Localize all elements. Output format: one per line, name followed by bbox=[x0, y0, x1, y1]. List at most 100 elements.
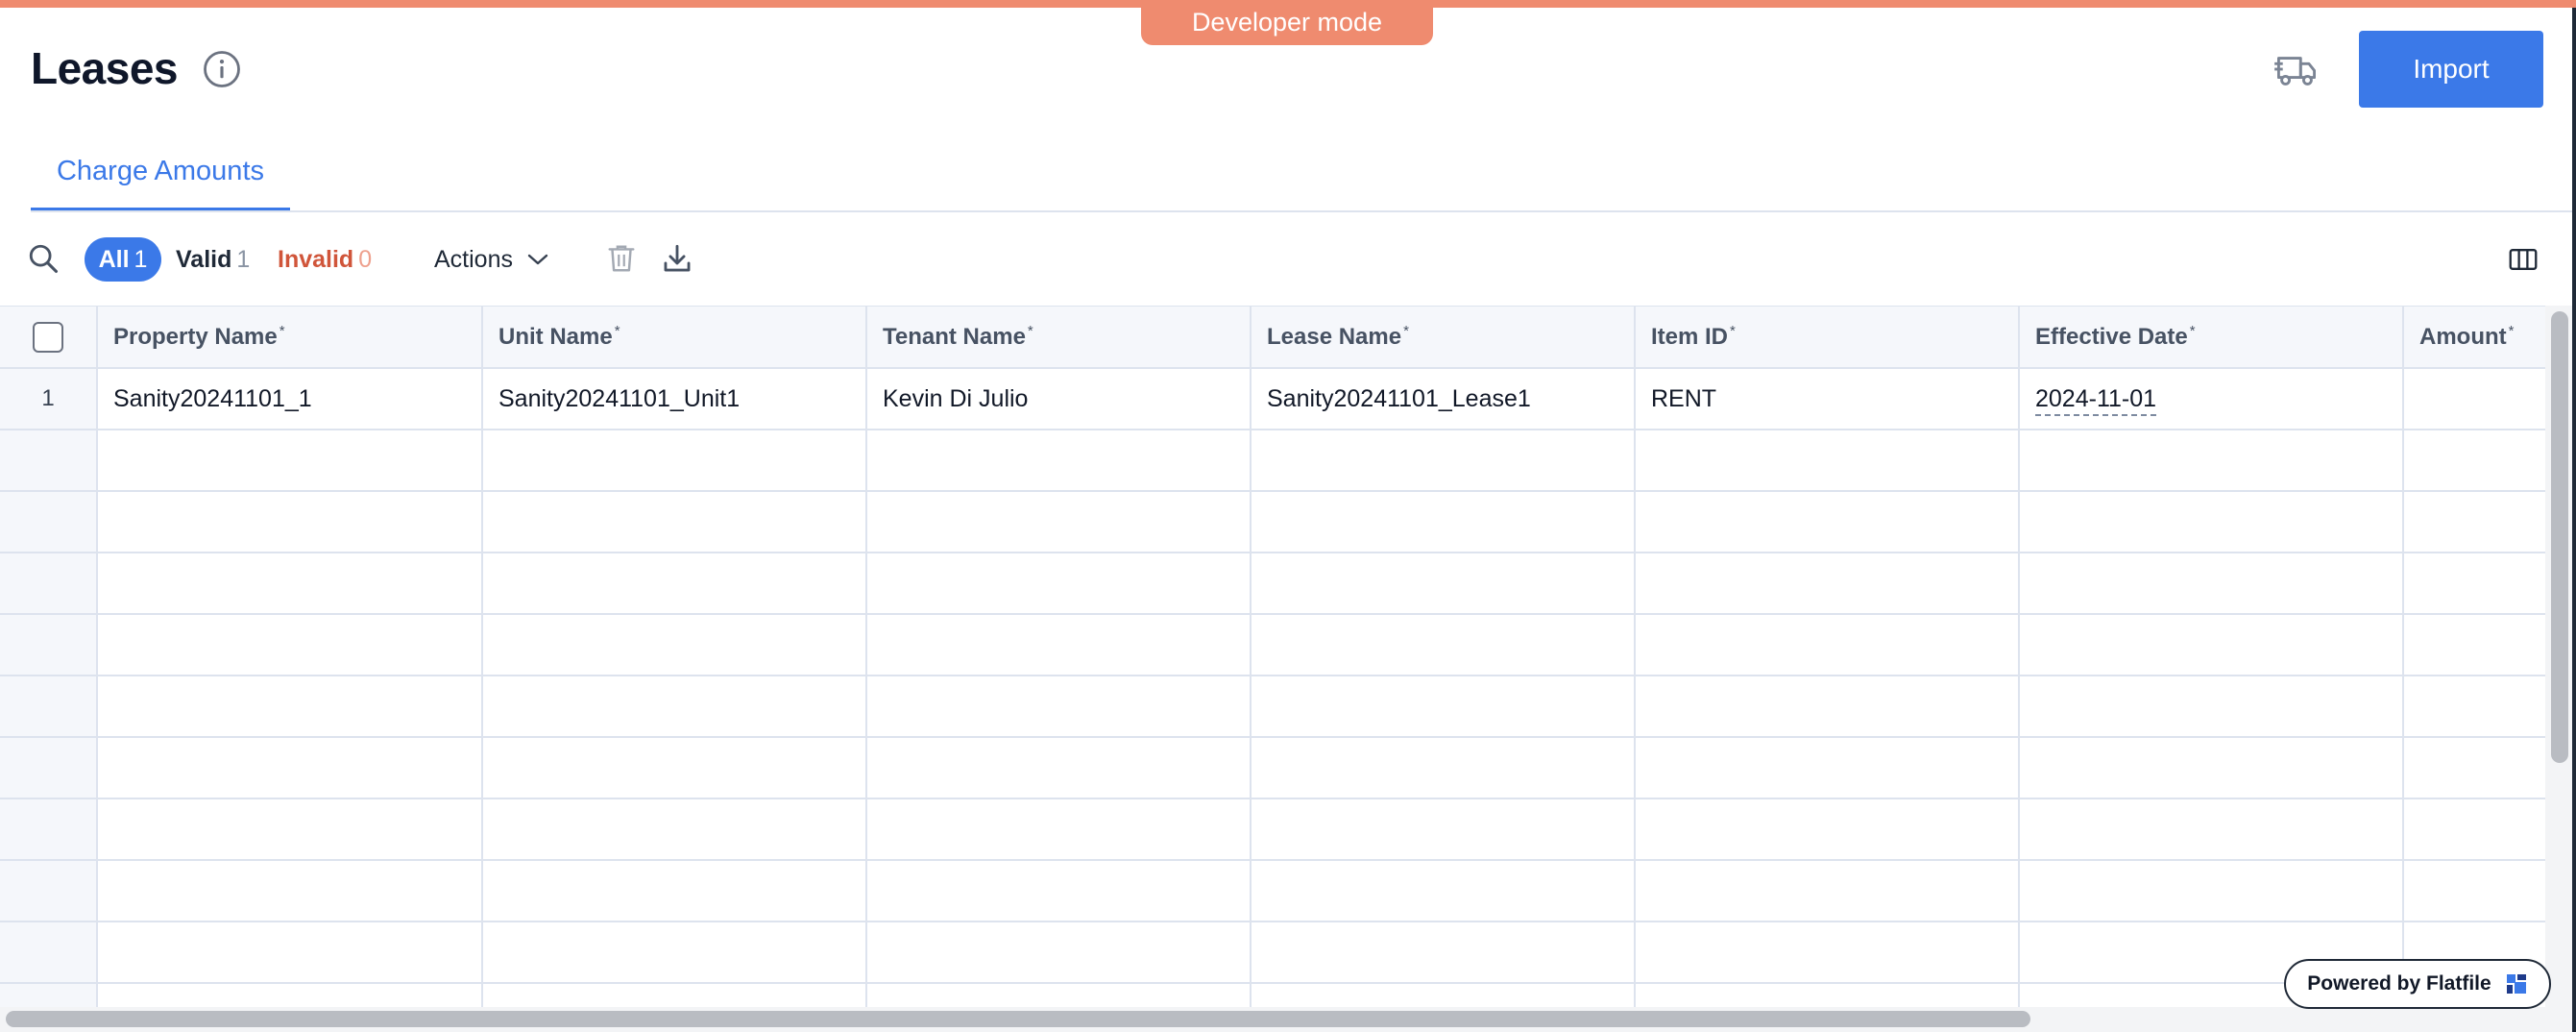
empty-cell[interactable] bbox=[866, 860, 1252, 922]
empty-cell[interactable] bbox=[1635, 737, 2020, 799]
empty-cell[interactable] bbox=[2403, 860, 2545, 922]
empty-cell[interactable] bbox=[1251, 860, 1636, 922]
column-header-unit-name[interactable]: Unit Name * bbox=[482, 307, 867, 369]
column-header-property-name[interactable]: Property Name * bbox=[97, 307, 483, 369]
empty-cell[interactable] bbox=[97, 491, 483, 553]
empty-cell[interactable] bbox=[1635, 491, 2020, 553]
search-icon[interactable] bbox=[27, 242, 60, 275]
empty-cell[interactable] bbox=[97, 430, 483, 492]
empty-cell[interactable] bbox=[2403, 491, 2545, 553]
empty-cell[interactable] bbox=[0, 983, 98, 1007]
filter-valid[interactable]: Valid 1 bbox=[176, 237, 250, 282]
row-index[interactable]: 1 bbox=[0, 368, 98, 430]
empty-cell[interactable] bbox=[2403, 614, 2545, 676]
empty-cell[interactable] bbox=[2019, 491, 2404, 553]
filter-all[interactable]: All 1 bbox=[85, 237, 161, 282]
truck-icon[interactable] bbox=[2274, 50, 2319, 88]
empty-cell[interactable] bbox=[2019, 860, 2404, 922]
empty-cell[interactable] bbox=[866, 921, 1252, 984]
empty-cell[interactable] bbox=[2403, 676, 2545, 738]
empty-cell[interactable] bbox=[0, 430, 98, 492]
empty-cell[interactable] bbox=[866, 491, 1252, 553]
empty-cell[interactable] bbox=[1251, 799, 1636, 861]
column-header-lease-name[interactable]: Lease Name * bbox=[1251, 307, 1636, 369]
empty-cell[interactable] bbox=[2403, 553, 2545, 615]
empty-cell[interactable] bbox=[1251, 921, 1636, 984]
empty-cell[interactable] bbox=[866, 553, 1252, 615]
cell-unit-name[interactable]: Sanity20241101_Unit1 bbox=[482, 368, 867, 430]
empty-cell[interactable] bbox=[97, 614, 483, 676]
cell-effective-date[interactable]: 2024-11-01 bbox=[2019, 368, 2404, 430]
empty-cell[interactable] bbox=[1251, 614, 1636, 676]
empty-cell[interactable] bbox=[97, 860, 483, 922]
empty-cell[interactable] bbox=[1635, 430, 2020, 492]
empty-cell[interactable] bbox=[97, 737, 483, 799]
empty-cell[interactable] bbox=[2403, 430, 2545, 492]
empty-cell[interactable] bbox=[97, 983, 483, 1007]
empty-cell[interactable] bbox=[0, 799, 98, 861]
empty-cell[interactable] bbox=[2403, 799, 2545, 861]
column-header-effective-date[interactable]: Effective Date * bbox=[2019, 307, 2404, 369]
empty-cell[interactable] bbox=[866, 737, 1252, 799]
empty-cell[interactable] bbox=[0, 860, 98, 922]
powered-by-flatfile-badge[interactable]: Powered by Flatfile bbox=[2284, 959, 2551, 1009]
empty-cell[interactable] bbox=[2019, 737, 2404, 799]
empty-cell[interactable] bbox=[2019, 430, 2404, 492]
cell-property-name[interactable]: Sanity20241101_1 bbox=[97, 368, 483, 430]
empty-cell[interactable] bbox=[866, 676, 1252, 738]
download-icon[interactable] bbox=[661, 242, 693, 275]
empty-cell[interactable] bbox=[482, 676, 867, 738]
columns-icon[interactable] bbox=[2509, 248, 2538, 271]
horizontal-scrollbar-thumb[interactable] bbox=[6, 1011, 2030, 1027]
empty-cell[interactable] bbox=[1635, 799, 2020, 861]
column-header-tenant-name[interactable]: Tenant Name * bbox=[866, 307, 1252, 369]
empty-cell[interactable] bbox=[97, 921, 483, 984]
actions-menu[interactable]: Actions bbox=[434, 237, 549, 282]
empty-cell[interactable] bbox=[2019, 614, 2404, 676]
empty-cell[interactable] bbox=[482, 614, 867, 676]
empty-cell[interactable] bbox=[1635, 553, 2020, 615]
empty-cell[interactable] bbox=[866, 799, 1252, 861]
tab-charge-amounts[interactable]: Charge Amounts bbox=[31, 135, 290, 211]
empty-cell[interactable] bbox=[97, 799, 483, 861]
empty-cell[interactable] bbox=[2019, 799, 2404, 861]
column-header-amount[interactable]: Amount * bbox=[2403, 307, 2545, 369]
empty-cell[interactable] bbox=[482, 921, 867, 984]
empty-cell[interactable] bbox=[482, 983, 867, 1007]
empty-cell[interactable] bbox=[2019, 553, 2404, 615]
empty-cell[interactable] bbox=[482, 860, 867, 922]
empty-cell[interactable] bbox=[1251, 491, 1636, 553]
empty-cell[interactable] bbox=[482, 430, 867, 492]
empty-cell[interactable] bbox=[1251, 676, 1636, 738]
empty-cell[interactable] bbox=[0, 614, 98, 676]
empty-cell[interactable] bbox=[97, 676, 483, 738]
import-button[interactable]: Import bbox=[2359, 31, 2543, 108]
empty-cell[interactable] bbox=[482, 737, 867, 799]
trash-icon[interactable] bbox=[607, 242, 636, 275]
column-header-item-id[interactable]: Item ID * bbox=[1635, 307, 2020, 369]
cell-item-id[interactable]: RENT bbox=[1635, 368, 2020, 430]
cell-lease-name[interactable]: Sanity20241101_Lease1 bbox=[1251, 368, 1636, 430]
empty-cell[interactable] bbox=[0, 921, 98, 984]
empty-cell[interactable] bbox=[0, 737, 98, 799]
empty-cell[interactable] bbox=[866, 430, 1252, 492]
empty-cell[interactable] bbox=[1251, 983, 1636, 1007]
empty-cell[interactable] bbox=[0, 491, 98, 553]
cell-tenant-name[interactable]: Kevin Di Julio bbox=[866, 368, 1252, 430]
empty-cell[interactable] bbox=[1251, 553, 1636, 615]
empty-cell[interactable] bbox=[1635, 860, 2020, 922]
empty-cell[interactable] bbox=[1635, 614, 2020, 676]
empty-cell[interactable] bbox=[0, 553, 98, 615]
empty-cell[interactable] bbox=[1251, 430, 1636, 492]
empty-cell[interactable] bbox=[2403, 737, 2545, 799]
empty-cell[interactable] bbox=[1635, 921, 2020, 984]
empty-cell[interactable] bbox=[866, 614, 1252, 676]
empty-cell[interactable] bbox=[1635, 983, 2020, 1007]
empty-cell[interactable] bbox=[1251, 737, 1636, 799]
select-all-checkbox[interactable] bbox=[33, 321, 63, 353]
vertical-scrollbar-thumb[interactable] bbox=[2551, 311, 2568, 763]
empty-cell[interactable] bbox=[482, 799, 867, 861]
empty-cell[interactable] bbox=[1635, 676, 2020, 738]
filter-invalid[interactable]: Invalid 0 bbox=[278, 237, 372, 282]
empty-cell[interactable] bbox=[97, 553, 483, 615]
